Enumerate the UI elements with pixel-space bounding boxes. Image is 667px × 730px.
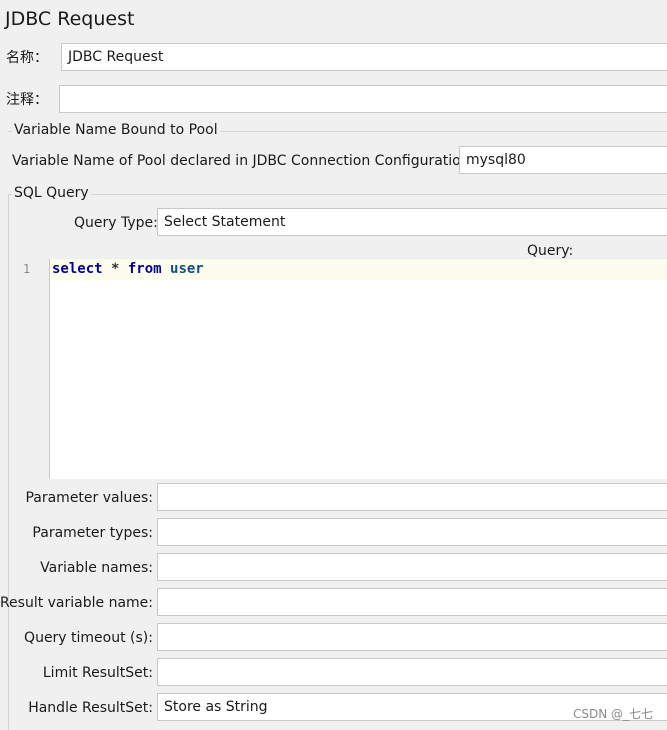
parameter-values-label: Parameter values:	[25, 490, 153, 506]
comments-label: 注释：	[6, 92, 48, 108]
code-keyword-from: from	[127, 261, 162, 277]
sql-code: select * from user	[52, 259, 204, 280]
handle-resultset-label: Handle ResultSet:	[28, 700, 153, 716]
code-identifier: user	[161, 261, 204, 277]
sql-editor[interactable]: select * from user	[49, 259, 667, 479]
sql-group-left-border	[8, 194, 9, 730]
parameter-types-label: Parameter types:	[32, 525, 153, 541]
limit-resultset-label: Limit ResultSet:	[42, 665, 153, 681]
name-label: 名称：	[6, 50, 48, 66]
query-timeout-input[interactable]	[157, 623, 667, 651]
code-operator: *	[102, 261, 128, 277]
pool-name-input[interactable]: mysql80	[459, 146, 667, 174]
name-input[interactable]: JDBC Request	[61, 43, 667, 71]
watermark: CSDN @_七七	[572, 707, 653, 721]
query-timeout-label: Query timeout (s):	[24, 630, 153, 646]
pool-label: Variable Name of Pool declared in JDBC C…	[12, 153, 475, 169]
sql-group-border	[8, 194, 667, 195]
variable-names-label: Variable names:	[40, 560, 153, 576]
parameter-values-input[interactable]	[157, 483, 667, 511]
pool-group-title: Variable Name Bound to Pool	[12, 122, 220, 138]
sql-group-title: SQL Query	[12, 185, 91, 201]
limit-resultset-input[interactable]	[157, 658, 667, 686]
panel-title: JDBC Request	[5, 8, 135, 30]
comments-input[interactable]	[59, 85, 667, 113]
query-type-label: Query Type:	[74, 215, 158, 231]
result-variable-name-label: Result variable name:	[0, 595, 153, 611]
result-variable-name-input[interactable]	[157, 588, 667, 616]
query-type-select[interactable]: Select Statement	[157, 208, 667, 236]
code-keyword-select: select	[52, 261, 103, 277]
query-label: Query:	[527, 243, 574, 259]
variable-names-input[interactable]	[157, 553, 667, 581]
line-number: 1	[23, 262, 31, 276]
parameter-types-input[interactable]	[157, 518, 667, 546]
